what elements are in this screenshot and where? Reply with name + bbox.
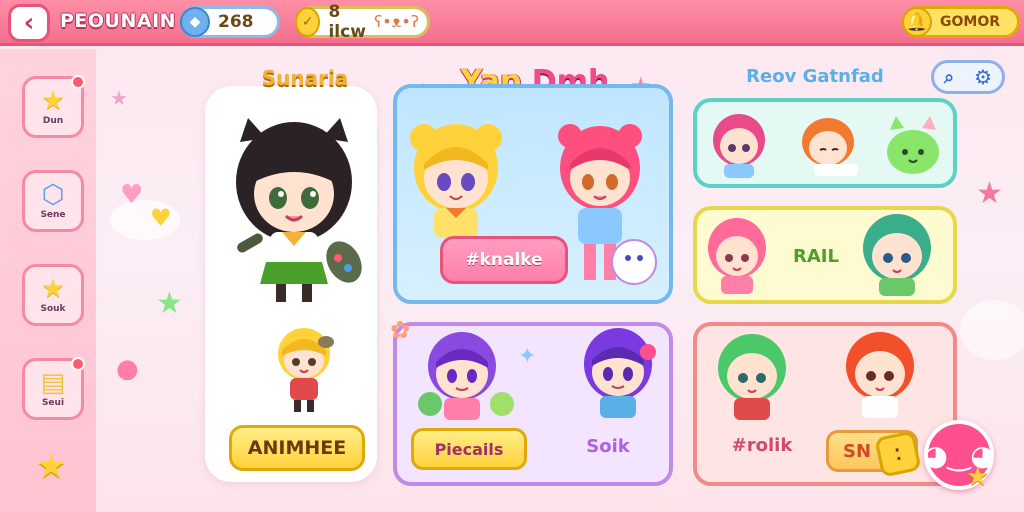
sidebar-item-label: Souk (40, 304, 66, 314)
character-avatar-yellow (410, 124, 502, 238)
search-icon[interactable]: ⌕ (944, 67, 954, 88)
character-avatar-purple (418, 332, 514, 420)
sidebar-item-label: Dun (42, 116, 64, 126)
coral-card-label: #rolik (731, 435, 793, 456)
star-decoration: ★ (110, 86, 128, 110)
search-settings-button[interactable]: ⌕ ⚙ (931, 60, 1005, 94)
notification-dot (71, 75, 85, 89)
star-decoration: ★ (156, 286, 183, 321)
star-icon[interactable]: ★ (36, 446, 66, 486)
top-bar: ‹ PEOUNAIN ◆ 268 ✓ 8 ilcw ʕ•ᴥ•ʔ 🔔 GOMOR (0, 0, 1024, 46)
sidebar-item-label: Sene (40, 210, 66, 220)
app-title: PEOUNAIN (60, 10, 177, 32)
character-portrait-large (236, 118, 362, 302)
sort-label[interactable]: Soik (572, 436, 644, 457)
slime-pet-icon (887, 116, 939, 174)
box-icon: ⬡ (41, 180, 65, 210)
flower-decoration: ✿ (390, 316, 411, 344)
star-icon: ★ (966, 462, 990, 492)
star-decoration: ✦ (518, 344, 537, 369)
sidebar-item-label: Seui (41, 398, 65, 408)
gold-value: 8 ilcw (328, 2, 366, 42)
cloud-decoration (960, 300, 1024, 360)
heart-decoration: ♥ (150, 204, 172, 232)
character-avatar-green-hair (718, 334, 786, 420)
gems-counter[interactable]: ◆ 268 (180, 6, 280, 38)
gems-value: 268 (218, 12, 254, 32)
gem-icon: ◆ (180, 7, 210, 37)
star-decoration: ★ (976, 176, 1003, 211)
sidebar-item-souk[interactable]: ★ Souk (22, 264, 84, 326)
gold-counter[interactable]: ✓ 8 ilcw ʕ•ᴥ•ʔ (295, 2, 430, 42)
make-button[interactable]: #knalke (440, 236, 568, 284)
back-arrow-icon: ‹ (23, 8, 35, 38)
sidebar-item-seui[interactable]: ▤ Seui (22, 357, 85, 420)
anime-button[interactable]: ANIMHEE (229, 425, 365, 471)
balloon-decoration: ● (116, 354, 139, 384)
gear-icon[interactable]: ⚙ (974, 65, 992, 89)
rail-label: RAIL (793, 246, 839, 267)
gold-coin-icon: ✓ (295, 7, 321, 37)
premium-button[interactable]: 🔔 GOMOR (902, 6, 1020, 38)
character-avatar-pink-medium (708, 218, 766, 294)
character-avatar-violet (584, 328, 656, 418)
premium-label: GOMOR (940, 14, 1001, 30)
heart-decoration: ♥ (120, 180, 144, 210)
character-avatar-green (863, 214, 931, 296)
right-heading: Reov Gatnfad (746, 66, 884, 87)
bell-coin-icon: 🔔 (902, 7, 932, 37)
star-icon: ★ (41, 86, 65, 116)
chest-icon: ▤ (40, 368, 66, 398)
character-avatar-orange-small (802, 118, 858, 176)
sidebar-item-sene[interactable]: ⬡ Sene (22, 170, 84, 232)
notification-dot (71, 357, 85, 371)
character-name: Sunaria (261, 66, 349, 90)
character-portrait-small (278, 328, 334, 412)
presets-button[interactable]: Piecails (411, 428, 527, 470)
character-avatar-red-hair (846, 332, 914, 418)
bear-icon: ʕ•ᴥ•ʔ (374, 12, 419, 31)
star-heart-icon: ★ (41, 274, 65, 304)
back-button[interactable]: ‹ (8, 4, 50, 42)
sidebar-item-dun[interactable]: ★ Dun (22, 75, 85, 138)
character-avatar-pink-small (713, 114, 765, 178)
